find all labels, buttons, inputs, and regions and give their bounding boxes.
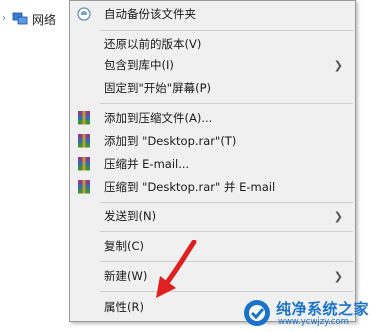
menu-item-include-in-library[interactable]: 包含到库中(I) ❯ xyxy=(70,53,355,77)
menu-item-new[interactable]: 新建(W) ❯ xyxy=(70,264,355,288)
menu-item-copy[interactable]: 复制(C) xyxy=(70,234,355,258)
menu-item-add-to-desktop-rar[interactable]: 添加到 "Desktop.rar"(T) xyxy=(70,129,355,153)
menu-separator xyxy=(100,231,353,232)
watermark-url: www.ycwjzy.com xyxy=(278,317,349,327)
menu-item-label: 复制(C) xyxy=(104,239,145,253)
red-pointer-arrow-icon xyxy=(156,240,197,298)
menu-separator xyxy=(100,291,353,292)
menu-item-label: 发送到(N) xyxy=(104,209,157,223)
menu-separator xyxy=(100,103,353,104)
menu-item-pin-to-start[interactable]: 固定到"开始"屏幕(P) xyxy=(70,76,355,100)
winrar-icon xyxy=(78,180,90,194)
menu-item-label: 包含到库中(I) xyxy=(104,58,174,72)
submenu-arrow-icon: ❯ xyxy=(333,269,343,283)
cloud-backup-icon xyxy=(77,7,91,21)
menu-item-compress-to-desktop-rar-email[interactable]: 压缩到 "Desktop.rar" 并 E-mail xyxy=(70,175,355,199)
winrar-icon xyxy=(78,134,90,148)
menu-item-send-to[interactable]: 发送到(N) ❯ xyxy=(70,204,355,228)
menu-item-label: 固定到"开始"屏幕(P) xyxy=(104,81,211,95)
menu-item-compress-email[interactable]: 压缩并 E-mail... xyxy=(70,152,355,176)
menu-item-label: 压缩到 "Desktop.rar" 并 E-mail xyxy=(104,180,276,194)
nav-item-network[interactable]: › 网络 xyxy=(2,8,56,30)
menu-item-label: 属性(R) xyxy=(104,300,144,314)
nav-item-label: 网络 xyxy=(32,12,57,27)
menu-item-add-to-archive[interactable]: 添加到压缩文件(A)... xyxy=(70,106,355,130)
watermark-logo-icon xyxy=(244,300,270,326)
menu-separator xyxy=(100,202,353,203)
watermark: 纯净系统之家 www.ycwjzy.com xyxy=(242,296,375,332)
menu-item-label: 新建(W) xyxy=(104,269,148,283)
menu-item-label: 压缩并 E-mail... xyxy=(104,157,190,171)
context-menu: 自动备份该文件夹 还原以前的版本(V) 包含到库中(I) ❯ 固定到"开始"屏幕… xyxy=(69,0,356,322)
winrar-icon xyxy=(78,111,90,125)
network-icon xyxy=(12,12,28,25)
menu-item-label: 添加到 "Desktop.rar"(T) xyxy=(104,134,237,148)
menu-item-auto-backup[interactable]: 自动备份该文件夹 xyxy=(70,2,355,26)
explorer-nav-pane: › 网络 xyxy=(0,0,70,332)
menu-item-label: 还原以前的版本(V) xyxy=(104,37,202,51)
submenu-arrow-icon: ❯ xyxy=(333,58,343,72)
menu-item-label: 添加到压缩文件(A)... xyxy=(104,111,213,125)
menu-item-label: 自动备份该文件夹 xyxy=(104,7,196,21)
winrar-icon xyxy=(78,157,90,171)
menu-separator xyxy=(100,261,353,262)
chevron-right-icon[interactable]: › xyxy=(2,8,12,30)
submenu-arrow-icon: ❯ xyxy=(333,209,343,223)
watermark-name: 纯净系统之家 xyxy=(276,300,370,318)
menu-separator xyxy=(100,30,353,31)
